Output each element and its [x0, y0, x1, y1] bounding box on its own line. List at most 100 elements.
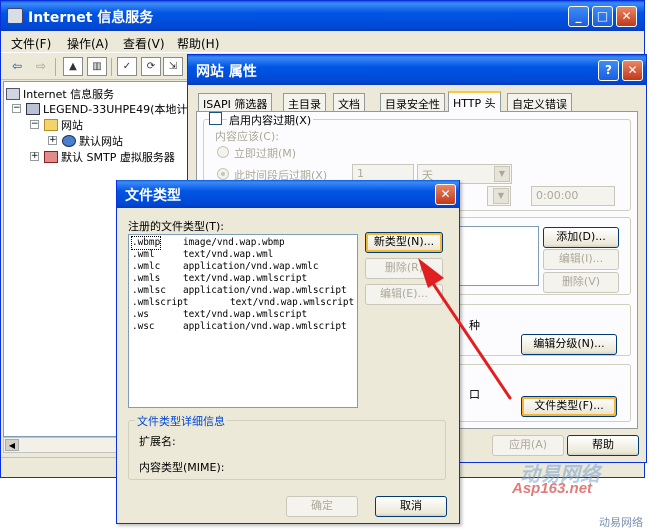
tree-computer-node[interactable]: LEGEND-33UHPE49(本地计算: [26, 101, 193, 117]
filetype-title-bar[interactable]: 文件类型 ✕: [117, 180, 459, 208]
props-title-bar[interactable]: 网站 属性 ? ✕: [188, 55, 646, 85]
main-title-bar[interactable]: Internet 信息服务 _ □ ✕: [1, 1, 644, 31]
delete-header-button[interactable]: 删除(V): [543, 272, 619, 293]
forward-arrow-icon[interactable]: ⇨: [31, 57, 51, 76]
tree-websites-node[interactable]: 网站: [44, 117, 83, 133]
expire-immediately-radio[interactable]: [217, 146, 229, 158]
tree-collapse-toggle[interactable]: −: [30, 120, 39, 129]
tab-documents[interactable]: 文档: [333, 93, 365, 111]
edit-rating-button[interactable]: 编辑分级(N)...: [521, 334, 617, 355]
back-arrow-icon[interactable]: ⇦: [7, 57, 27, 76]
list-item[interactable]: .wmls text/vnd.wap.wmlscript: [132, 273, 307, 285]
content-type-label: 内容类型(MIME):: [139, 461, 225, 474]
expire-time-input[interactable]: 0:00:00: [531, 186, 615, 206]
chevron-down-icon[interactable]: ▼: [494, 166, 510, 182]
props-close-button[interactable]: ✕: [622, 60, 643, 81]
list-item[interactable]: .wmlsc application/vnd.wap.wmlscript: [132, 285, 347, 297]
refresh-icon[interactable]: ⟳: [141, 57, 161, 76]
list-item[interactable]: .wml text/vnd.wap.wml: [132, 249, 273, 261]
tree-default-site-node[interactable]: 默认网站: [62, 133, 123, 149]
type-extension: .wmls: [132, 273, 161, 284]
type-mime: application/vnd.wap.wmlscript: [183, 285, 347, 296]
remove-type-button[interactable]: 删除(R): [365, 258, 443, 279]
type-details-group-label: 文件类型详细信息: [135, 413, 227, 429]
type-extension: .wbmp: [132, 237, 161, 248]
file-types-button[interactable]: 文件类型(F)...: [521, 396, 617, 417]
expire-after-radio[interactable]: [217, 168, 229, 180]
list-item[interactable]: .ws text/vnd.wap.wmlscript: [132, 309, 307, 321]
tab-http-headers[interactable]: HTTP 头: [448, 91, 501, 112]
type-mime: text/vnd.wap.wmlscript: [183, 273, 308, 284]
type-mime: text/vnd.wap.wmlscript: [230, 297, 355, 308]
enable-expiry-label: 启用内容过期(X): [227, 112, 314, 128]
type-extension: .wmlscript: [132, 297, 189, 308]
tree-collapse-toggle[interactable]: −: [12, 104, 21, 113]
tab-home-directory[interactable]: 主目录: [283, 93, 326, 111]
tree-smtp-node[interactable]: 默认 SMTP 虚拟服务器: [44, 149, 175, 165]
ok-button[interactable]: 确定: [286, 496, 358, 517]
tree-computer-label: LEGEND-33UHPE49(本地计算: [43, 103, 193, 116]
list-item[interactable]: .wmlc application/vnd.wap.wmlc: [132, 261, 318, 273]
watermark-domain-text: Asp163.net: [512, 480, 593, 497]
type-mime: text/vnd.wap.wml: [183, 249, 274, 260]
help-button[interactable]: ?: [598, 60, 619, 81]
tree-expand-toggle[interactable]: +: [48, 136, 57, 145]
edit-type-button[interactable]: 编辑(E)...: [365, 284, 443, 305]
show-hide-tree-icon[interactable]: ▥: [87, 57, 107, 76]
tree-expand-toggle[interactable]: +: [30, 152, 39, 161]
minimize-button[interactable]: _: [568, 6, 589, 27]
folder-icon: [44, 119, 58, 131]
list-item[interactable]: .wsc application/vnd.wap.wmlscript: [132, 321, 347, 333]
props-help-button[interactable]: 帮助: [567, 435, 639, 456]
scroll-left-icon[interactable]: ◀: [5, 439, 19, 451]
mime-types-text: 口: [469, 388, 480, 401]
tab-directory-security[interactable]: 目录安全性: [380, 93, 445, 111]
props-dialog-title: 网站 属性: [196, 64, 257, 80]
type-mime: application/vnd.wap.wmlscript: [183, 321, 347, 332]
menu-action[interactable]: 操作(A): [67, 35, 109, 52]
list-item[interactable]: .wmlscript text/vnd.wap.wmlscript: [132, 297, 354, 309]
up-folder-icon[interactable]: ▲: [63, 57, 83, 76]
tree-default-site-label: 默认网站: [79, 135, 123, 148]
edit-header-button[interactable]: 编辑(I)...: [543, 249, 619, 270]
close-button[interactable]: ✕: [616, 6, 637, 27]
content-should-label: 内容应该(C):: [215, 130, 279, 143]
type-mime: image/vnd.wap.wbmp: [183, 237, 285, 248]
cancel-button[interactable]: 取消: [375, 496, 447, 517]
menu-view[interactable]: 查看(V): [123, 35, 165, 52]
content-rating-text: 种: [469, 319, 480, 332]
apply-button[interactable]: 应用(A): [492, 435, 564, 456]
enable-expiry-checkbox[interactable]: [209, 112, 222, 125]
list-item[interactable]: .wbmp image/vnd.wap.wbmp: [130, 236, 285, 250]
type-extension: .wsc: [132, 321, 155, 332]
chevron-down-icon[interactable]: ▼: [493, 188, 509, 204]
tab-isapi-filters[interactable]: ISAPI 筛选器: [198, 93, 273, 111]
iis-server-icon: [6, 88, 20, 100]
extension-label: 扩展名:: [139, 435, 176, 448]
expire-time-value: 0:00:00: [536, 189, 579, 202]
export-list-icon[interactable]: ⇲: [163, 57, 183, 76]
tab-custom-errors[interactable]: 自定义错误: [507, 93, 572, 111]
menu-help[interactable]: 帮助(H): [177, 35, 219, 52]
toolbar-separator: [111, 58, 112, 76]
maximize-button[interactable]: □: [592, 6, 613, 27]
toolbar-separator: [55, 58, 56, 76]
tree-root-node[interactable]: Internet 信息服务: [6, 86, 114, 102]
type-mime: text/vnd.wap.wmlscript: [183, 309, 308, 320]
properties-icon[interactable]: ✓: [117, 57, 137, 76]
menu-bar: 文件(F) 操作(A) 查看(V) 帮助(H): [1, 31, 644, 53]
tree-smtp-label: 默认 SMTP 虚拟服务器: [61, 151, 175, 164]
filetype-close-button[interactable]: ✕: [435, 184, 456, 205]
custom-headers-list[interactable]: [459, 226, 539, 286]
expire-immediately-label: 立即过期(M): [234, 147, 297, 160]
type-extension: .wml: [132, 249, 155, 260]
tree-websites-label: 网站: [61, 119, 83, 132]
add-header-button[interactable]: 添加(D)...: [543, 227, 619, 248]
expire-date-select[interactable]: ▼: [487, 186, 511, 206]
type-extension: .wmlc: [132, 261, 161, 272]
tree-root-label: Internet 信息服务: [23, 88, 115, 101]
menu-file[interactable]: 文件(F): [11, 35, 51, 52]
type-mime: application/vnd.wap.wmlc: [183, 261, 319, 272]
registered-types-list[interactable]: .wbmp image/vnd.wap.wbmp .wml text/vnd.wap…: [128, 234, 358, 408]
new-type-button[interactable]: 新类型(N)...: [365, 232, 443, 253]
